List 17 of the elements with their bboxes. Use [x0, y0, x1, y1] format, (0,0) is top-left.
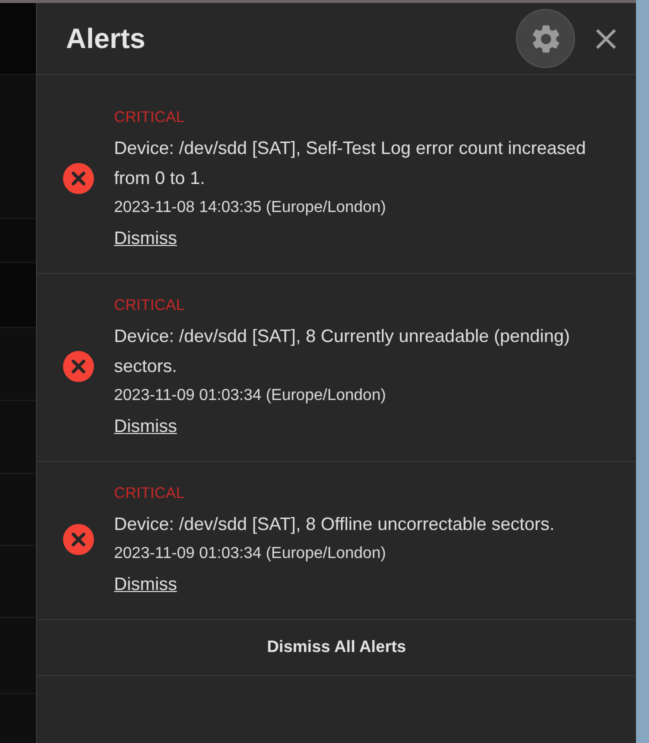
dismiss-link[interactable]: Dismiss: [114, 411, 177, 441]
severity-label: CRITICAL: [114, 296, 185, 316]
dismiss-all-button[interactable]: Dismiss All Alerts: [258, 631, 414, 664]
error-icon: [63, 350, 94, 382]
dismiss-link[interactable]: Dismiss: [114, 569, 177, 599]
error-icon: [63, 162, 94, 194]
alert-message: Device: /dev/sdd [SAT], 8 Offline uncorrectable sectors.: [114, 513, 555, 536]
alert-timestamp: 2023-11-09 01:03:34 (Europe/London): [114, 544, 386, 564]
severity-label: CRITICAL: [114, 108, 185, 128]
alert-message: Device: /dev/sdd [SAT], Self-Test Log error count increased from 0 to 1.: [114, 137, 587, 190]
dismiss-link[interactable]: Dismiss: [114, 223, 177, 253]
alert-message: Device: /dev/sdd [SAT], 8 Currently unreadable (pending) sectors.: [114, 325, 571, 378]
alert-timestamp: 2023-11-08 14:03:35 (Europe/London): [114, 198, 386, 218]
panel-title: Alerts: [66, 24, 146, 52]
error-icon: [63, 524, 94, 554]
alert-timestamp: 2023-11-09 01:03:34 (Europe/London): [114, 386, 386, 406]
severity-label: CRITICAL: [114, 484, 185, 504]
